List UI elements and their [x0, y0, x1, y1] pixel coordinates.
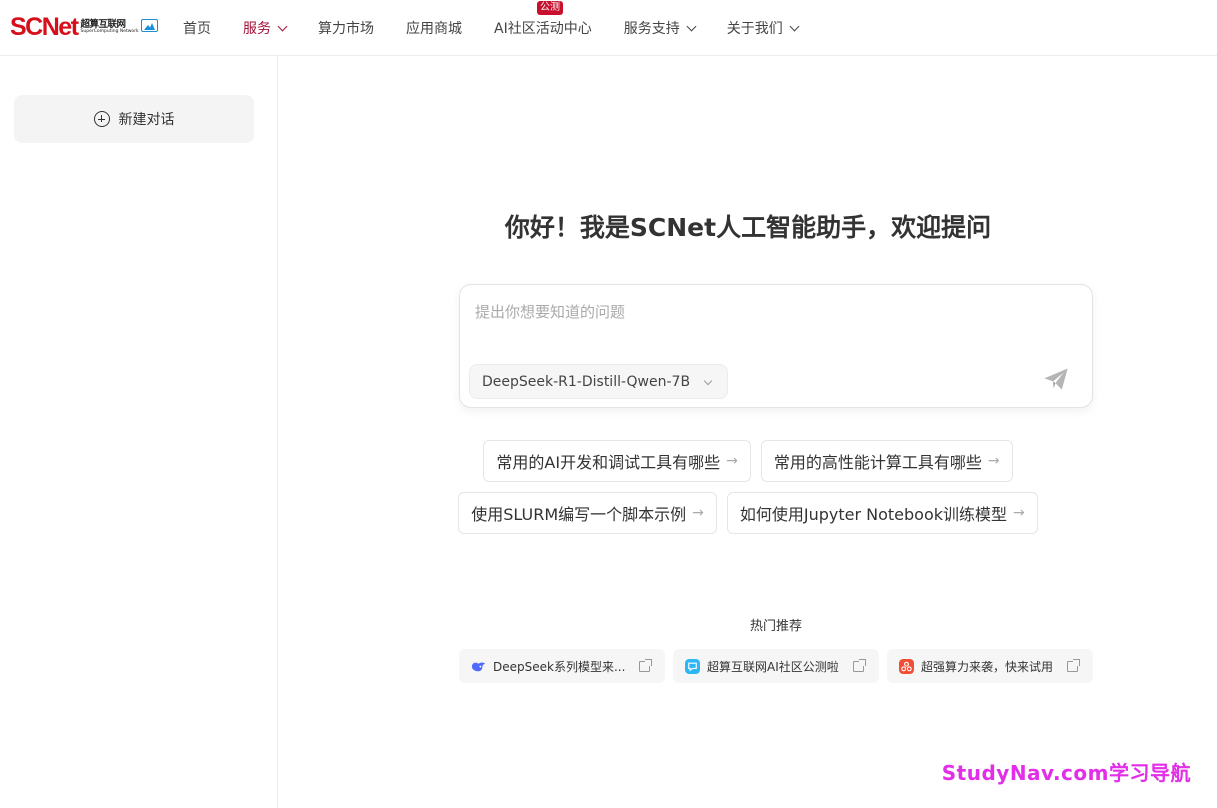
hot-item-deepseek[interactable]: DeepSeek系列模型来... [459, 649, 665, 683]
question-input[interactable] [475, 301, 1075, 341]
chevron-down-icon [686, 21, 697, 31]
new-chat-label: 新建对话 [118, 112, 175, 128]
main-content: 你好！我是SCNet人工智能助手，欢迎提问 DeepSeek-R1-Distil… [279, 56, 1217, 808]
chevron-down-icon [789, 21, 800, 31]
arrow-right-icon: → [987, 453, 1000, 469]
nav-item-app-store[interactable]: 应用商城 [406, 18, 462, 38]
welcome-heading: 你好！我是SCNet人工智能助手，欢迎提问 [504, 213, 992, 242]
plus-circle-icon [93, 111, 110, 127]
nav-item-about[interactable]: 关于我们 [727, 18, 800, 38]
compute-icon [899, 658, 914, 674]
external-link-icon [852, 658, 866, 672]
external-link-icon [1067, 658, 1081, 672]
chevron-down-icon [703, 376, 713, 386]
logo-mountain-icon [140, 19, 158, 32]
suggestion-chip[interactable]: 如何使用Jupyter Notebook训练模型 → [726, 492, 1038, 534]
beta-badge: 公测 [537, 1, 563, 15]
logo-cn-text: 超算互联网 [80, 18, 127, 30]
arrow-right-icon: → [692, 505, 704, 521]
arrow-right-icon: → [726, 453, 738, 469]
hot-recommend-list: DeepSeek系列模型来... 超算互联网AI社区公测啦 超强算力来袭，快来试… [459, 649, 1101, 683]
model-select-value: DeepSeek-R1-Distill-Qwen-7B [482, 373, 691, 390]
nav-item-support[interactable]: 服务支持 [624, 18, 697, 38]
scnet-logo[interactable]: SCNet 超算互联网 SuperComputing Network [10, 12, 158, 42]
logo-wordmark: SCNet [10, 12, 79, 41]
chat-input-box: DeepSeek-R1-Distill-Qwen-7B [459, 284, 1093, 408]
model-select[interactable]: DeepSeek-R1-Distill-Qwen-7B [469, 364, 728, 399]
external-link-icon [639, 658, 653, 672]
chevron-down-icon [277, 21, 288, 31]
nav-item-events[interactable]: 活动中心 [536, 18, 592, 38]
nav-item-home[interactable]: 首页 [183, 18, 211, 38]
send-icon[interactable] [1042, 365, 1070, 393]
top-navbar: SCNet 超算互联网 SuperComputing Network 首页 服务… [0, 0, 1217, 56]
suggestion-chip[interactable]: 常用的高性能计算工具有哪些 → [760, 440, 1013, 482]
logo-en-text: SuperComputing Network [80, 29, 139, 34]
nav-item-ai-community[interactable]: AI社区 公测 [494, 1, 563, 38]
chat-bubble-icon [685, 658, 700, 674]
suggestion-chip[interactable]: 使用SLURM编写一个脚本示例 → [458, 492, 717, 534]
new-chat-button[interactable]: 新建对话 [14, 95, 254, 143]
hot-recommend-title: 热门推荐 [749, 619, 802, 634]
arrow-right-icon: → [1013, 505, 1025, 521]
deepseek-whale-icon [471, 661, 486, 671]
watermark-text: StudyNav.com学习导航 [941, 761, 1191, 785]
hot-item-compute[interactable]: 超强算力来袭，快来试用 [887, 649, 1093, 683]
hot-item-ai-community[interactable]: 超算互联网AI社区公测啦 [673, 649, 879, 683]
logo-subtitle: 超算互联网 SuperComputing Network [80, 18, 139, 35]
sidebar: 新建对话 [0, 56, 278, 808]
nav-item-services[interactable]: 服务 [243, 18, 288, 38]
suggestion-chip[interactable]: 常用的AI开发和调试工具有哪些 → [483, 440, 751, 482]
nav-item-compute-market[interactable]: 算力市场 [318, 18, 374, 38]
suggestion-list: 常用的AI开发和调试工具有哪些 → 常用的高性能计算工具有哪些 → 使用SLURM编… [279, 440, 1217, 544]
main-nav: 首页 服务 算力市场 应用商城 AI社区 公测 活动中心 服务支持 关于我们 [183, 0, 830, 56]
